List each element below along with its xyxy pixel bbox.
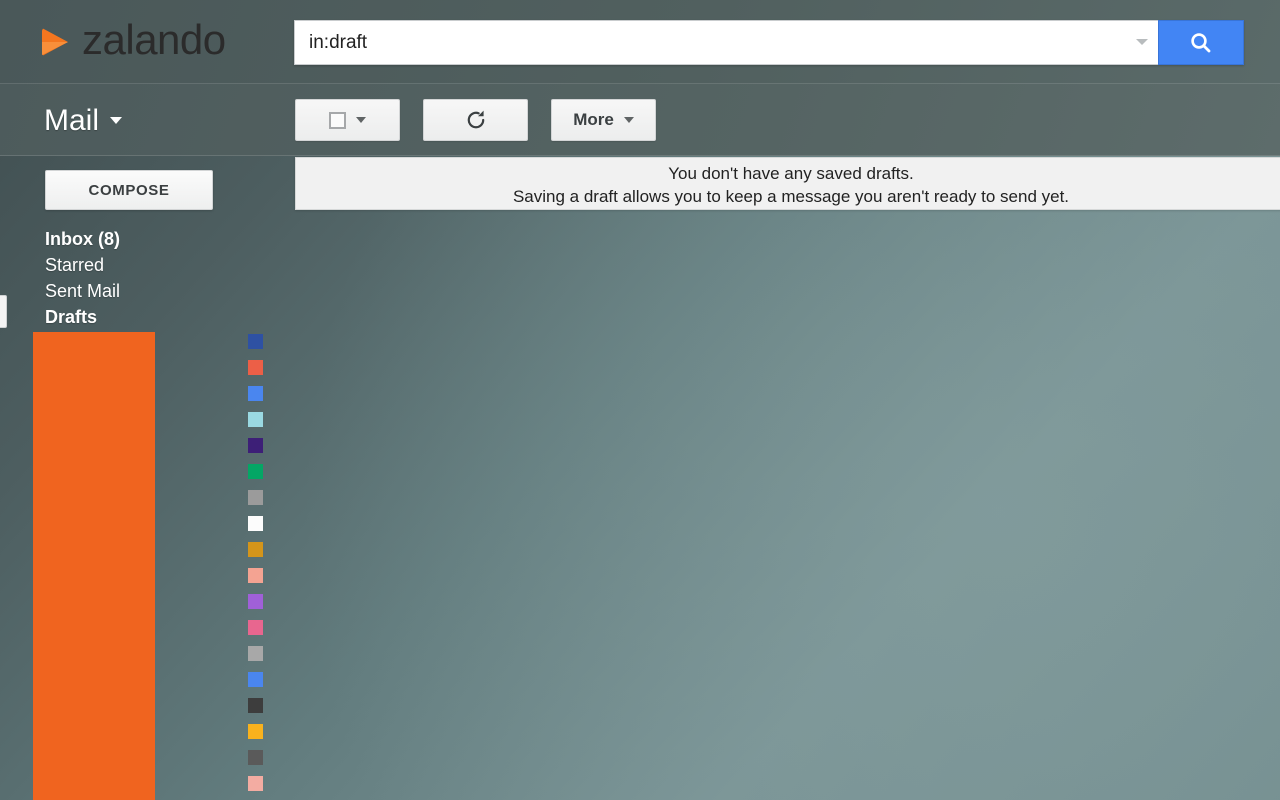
edge-panel-handle[interactable] [0, 295, 7, 328]
search-bar [294, 20, 1244, 65]
swatch-coral-red[interactable] [248, 360, 263, 375]
more-button-label: More [573, 110, 614, 130]
app-window: zalando Mail More [0, 0, 1280, 800]
sidebar-item-label: Inbox (8) [45, 229, 120, 249]
empty-drafts-notice: You don't have any saved drafts. Saving … [295, 157, 1280, 210]
swatch-violet[interactable] [248, 594, 263, 609]
sidebar-item-label: Starred [45, 255, 104, 275]
chevron-down-icon[interactable] [624, 117, 634, 123]
sidebar-item-label: Drafts [45, 307, 97, 327]
chevron-down-icon [110, 117, 122, 124]
zalando-play-mark-icon [40, 25, 74, 59]
notice-line-1: You don't have any saved drafts. [296, 162, 1280, 185]
sidebar-nav: Inbox (8) Starred Sent Mail Drafts [45, 226, 245, 330]
swatch-charcoal[interactable] [248, 698, 263, 713]
zalando-logo[interactable]: zalando [40, 18, 226, 66]
color-swatch-column [248, 334, 264, 800]
chevron-down-icon[interactable] [356, 117, 366, 123]
compose-button-label: COMPOSE [89, 182, 170, 199]
swatch-bright-blue-2[interactable] [248, 672, 263, 687]
swatch-salmon[interactable] [248, 568, 263, 583]
swatch-green[interactable] [248, 464, 263, 479]
orange-overlay-block [33, 332, 155, 800]
sidebar-item-sent-mail[interactable]: Sent Mail [45, 278, 245, 304]
swatch-amber[interactable] [248, 724, 263, 739]
search-button[interactable] [1158, 20, 1244, 65]
sidebar-item-label: Sent Mail [45, 281, 120, 301]
swatch-pale-pink[interactable] [248, 776, 263, 791]
notice-line-2: Saving a draft allows you to keep a mess… [296, 185, 1280, 208]
chevron-down-icon[interactable] [1136, 39, 1148, 45]
swatch-light-gray[interactable] [248, 646, 263, 661]
swatch-pink[interactable] [248, 620, 263, 635]
sidebar-item-drafts[interactable]: Drafts [45, 304, 245, 330]
sidebar-item-starred[interactable]: Starred [45, 252, 245, 278]
search-input[interactable] [294, 20, 1158, 65]
swatch-gray[interactable] [248, 490, 263, 505]
swatch-dark-gray[interactable] [248, 750, 263, 765]
swatch-deep-purple[interactable] [248, 438, 263, 453]
swatch-white[interactable] [248, 516, 263, 531]
select-all-button[interactable] [295, 99, 400, 141]
brand-wordmark: zalando [82, 19, 226, 65]
compose-button[interactable]: COMPOSE [45, 170, 213, 210]
search-icon [1188, 30, 1214, 56]
mail-menu-label: Mail [44, 104, 99, 138]
swatch-light-cyan[interactable] [248, 412, 263, 427]
swatch-bright-blue[interactable] [248, 386, 263, 401]
select-all-checkbox[interactable] [329, 112, 346, 129]
top-header-bar: zalando [0, 0, 1280, 84]
swatch-dark-amber[interactable] [248, 542, 263, 557]
refresh-icon [464, 108, 488, 132]
mail-dropdown-menu[interactable]: Mail [44, 104, 122, 138]
more-button[interactable]: More [551, 99, 656, 141]
swatch-indigo-blue[interactable] [248, 334, 263, 349]
sidebar-item-inbox[interactable]: Inbox (8) [45, 226, 245, 252]
refresh-button[interactable] [423, 99, 528, 141]
